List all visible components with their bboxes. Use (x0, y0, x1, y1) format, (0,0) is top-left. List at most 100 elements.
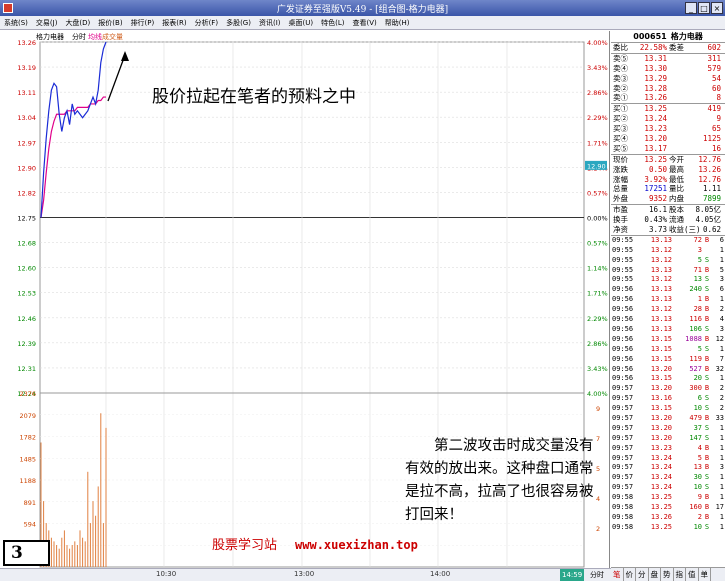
tick-row[interactable]: 09:55 13.12 3 1 (611, 246, 725, 256)
time-axis-bar: 10:30 13:00 14:00 14:59 分时 (0, 568, 611, 581)
book-row[interactable]: 卖② 13.28 60 (611, 84, 725, 94)
menu-item[interactable]: 系统(S) (0, 18, 32, 28)
tick-count: 6 (719, 235, 724, 244)
quote-tab[interactable]: 势 (661, 568, 674, 581)
menu-item[interactable]: 大盘(D) (61, 18, 94, 28)
stat-value: 9352 (648, 194, 667, 204)
weibi-row: 委比 22.58% 委差 602 (611, 43, 725, 53)
tick-row[interactable]: 09:57 13.24 13 B 3 (611, 463, 725, 473)
menu-item[interactable]: 特色(L) (317, 18, 348, 28)
tick-row[interactable]: 09:55 13.13 71 B 5 (611, 266, 725, 276)
tick-row[interactable]: 09:58 13.26 2 B 1 (611, 513, 725, 523)
mode-label[interactable]: 分时 (590, 570, 604, 580)
book-row[interactable]: 卖① 13.26 8 (611, 93, 725, 103)
stat-row: 现价 13.25 今开 12.76 (611, 155, 725, 165)
volume-right-tick-label: 9 (596, 405, 600, 413)
tick-price: 13.24 (650, 473, 672, 482)
tick-row[interactable]: 09:58 13.25 10 S 1 (611, 523, 725, 533)
tick-row[interactable]: 09:57 13.16 6 S 2 (611, 394, 725, 404)
quote-tab[interactable]: 分 (636, 568, 649, 581)
quote-tab[interactable]: 单 (699, 568, 711, 581)
menu-item[interactable]: 报表(R) (158, 18, 190, 28)
book-row[interactable]: 买③ 13.23 65 (611, 124, 725, 134)
tick-direction: S (704, 394, 710, 403)
minimize-icon[interactable]: _ (685, 2, 697, 14)
tick-row[interactable]: 09:56 13.13 116 B 4 (611, 315, 725, 325)
tick-direction: B (704, 364, 710, 373)
menu-item[interactable]: 帮助(H) (381, 18, 414, 28)
tick-volume: 5 (697, 344, 702, 353)
pct-tick-label: 0.57% (587, 189, 608, 197)
stat-label: 外盘 (613, 194, 628, 204)
tick-row[interactable]: 09:56 13.12 28 B 2 (611, 305, 725, 315)
pct-tick-label: 2.29% (587, 315, 608, 323)
tick-row[interactable]: 09:56 13.15 5 S 1 (611, 345, 725, 355)
book-row[interactable]: 卖③ 13.29 54 (611, 74, 725, 84)
tick-row[interactable]: 09:56 13.13 1 B 1 (611, 295, 725, 305)
tick-price: 13.20 (650, 423, 672, 432)
book-row[interactable]: 卖⑤ 13.31 311 (611, 54, 725, 64)
tick-row[interactable]: 09:56 13.15 119 B 7 (611, 355, 725, 365)
tick-row[interactable]: 09:57 13.20 37 S 1 (611, 424, 725, 434)
tick-price: 13.25 (650, 493, 672, 502)
tick-list[interactable]: 09:55 13.13 72 B 6 09:55 13.12 3 1 09:55 13.12 5 S 1 0… (611, 234, 725, 533)
tick-row[interactable]: 09:57 13.20 300 B 2 (611, 384, 725, 394)
book-label: 买④ (613, 134, 628, 144)
tick-row[interactable]: 09:55 13.12 13 S 3 (611, 275, 725, 285)
menu-item[interactable]: 报价(B) (94, 18, 126, 28)
quote-tab[interactable]: 盘 (649, 568, 661, 581)
stat-value: 3.92% (644, 174, 667, 184)
tick-volume: 10 (693, 483, 702, 492)
tick-row[interactable]: 09:56 13.15 1088 B 12 (611, 335, 725, 345)
tick-row[interactable]: 09:56 13.13 240 S 6 (611, 285, 725, 295)
tick-row[interactable]: 09:56 13.20 527 B 32 (611, 365, 725, 375)
tick-row[interactable]: 09:58 13.25 160 B 17 (611, 503, 725, 513)
tick-count: 3 (719, 324, 724, 333)
quote-tab[interactable]: 价 (624, 568, 636, 581)
book-label: 买① (613, 104, 628, 114)
menu-item[interactable]: 排行(P) (127, 18, 159, 28)
annotation-text-2: 第二波攻击时成交量没有有效的放出来。这种盘口通常是拉不高，拉高了也很容易被打回来… (405, 438, 594, 523)
tick-time: 09:58 (612, 502, 634, 511)
tick-row[interactable]: 09:57 13.15 10 S 2 (611, 404, 725, 414)
book-row[interactable]: 买② 13.24 9 (611, 114, 725, 124)
tick-row[interactable]: 09:56 13.13 106 S 3 (611, 325, 725, 335)
quote-tab[interactable]: 笔 (611, 568, 624, 581)
close-icon[interactable]: × (711, 2, 723, 14)
book-row[interactable]: 卖④ 13.30 579 (611, 64, 725, 74)
maximize-icon[interactable]: □ (698, 2, 710, 14)
tick-row[interactable]: 09:57 13.24 10 S 1 (611, 483, 725, 493)
quote-tab[interactable]: 值 (686, 568, 699, 581)
book-row[interactable]: 买① 13.25 419 (611, 104, 725, 114)
stat-row: 总量 17251 量比 1.11 (611, 184, 725, 194)
menu-item[interactable]: 多股(G) (222, 18, 255, 28)
tick-row[interactable]: 09:56 13.15 20 S 1 (611, 374, 725, 384)
book-row[interactable]: 买⑤ 13.17 16 (611, 144, 725, 154)
tick-row[interactable]: 09:57 13.20 479 B 33 (611, 414, 725, 424)
stat-value: 13.25 (644, 154, 667, 164)
tick-row[interactable]: 09:57 13.23 4 B 1 (611, 444, 725, 454)
tick-row[interactable]: 09:55 13.12 5 S 1 (611, 256, 725, 266)
stat-label: 净资 (613, 225, 628, 235)
tick-row[interactable]: 09:57 13.24 30 S 1 (611, 473, 725, 483)
bid-book: 买① 13.25 419 买② 13.24 9 买③ 13.23 65 买④ 13.20 1125 买⑤… (611, 103, 725, 153)
quote-tab[interactable]: 指 (674, 568, 686, 581)
tick-row[interactable]: 09:55 13.13 72 B 6 (611, 236, 725, 246)
tick-row[interactable]: 09:57 13.24 5 B 1 (611, 454, 725, 464)
menu-item[interactable]: 交易(J) (32, 18, 62, 28)
menu-item[interactable]: 查看(V) (348, 18, 380, 28)
tick-count: 1 (719, 483, 724, 492)
menu-item[interactable]: 桌面(U) (285, 18, 318, 28)
tick-row[interactable]: 09:57 13.20 147 S 1 (611, 434, 725, 444)
window-controls: _ □ × (685, 2, 723, 14)
stat-row: 净资 3.73 收益(三) 0.62 (611, 225, 725, 235)
book-label: 卖② (613, 83, 628, 93)
tick-row[interactable]: 09:58 13.25 9 B 1 (611, 493, 725, 503)
tick-direction: S (704, 275, 710, 284)
menu-item[interactable]: 资讯(I) (255, 18, 285, 28)
menu-item[interactable]: 分析(F) (191, 18, 223, 28)
book-row[interactable]: 买④ 13.20 1125 (611, 134, 725, 144)
price-tick-label: 12.90 (17, 164, 36, 172)
stat-label: 换手 (613, 215, 628, 225)
tick-volume: 4 (697, 443, 702, 452)
